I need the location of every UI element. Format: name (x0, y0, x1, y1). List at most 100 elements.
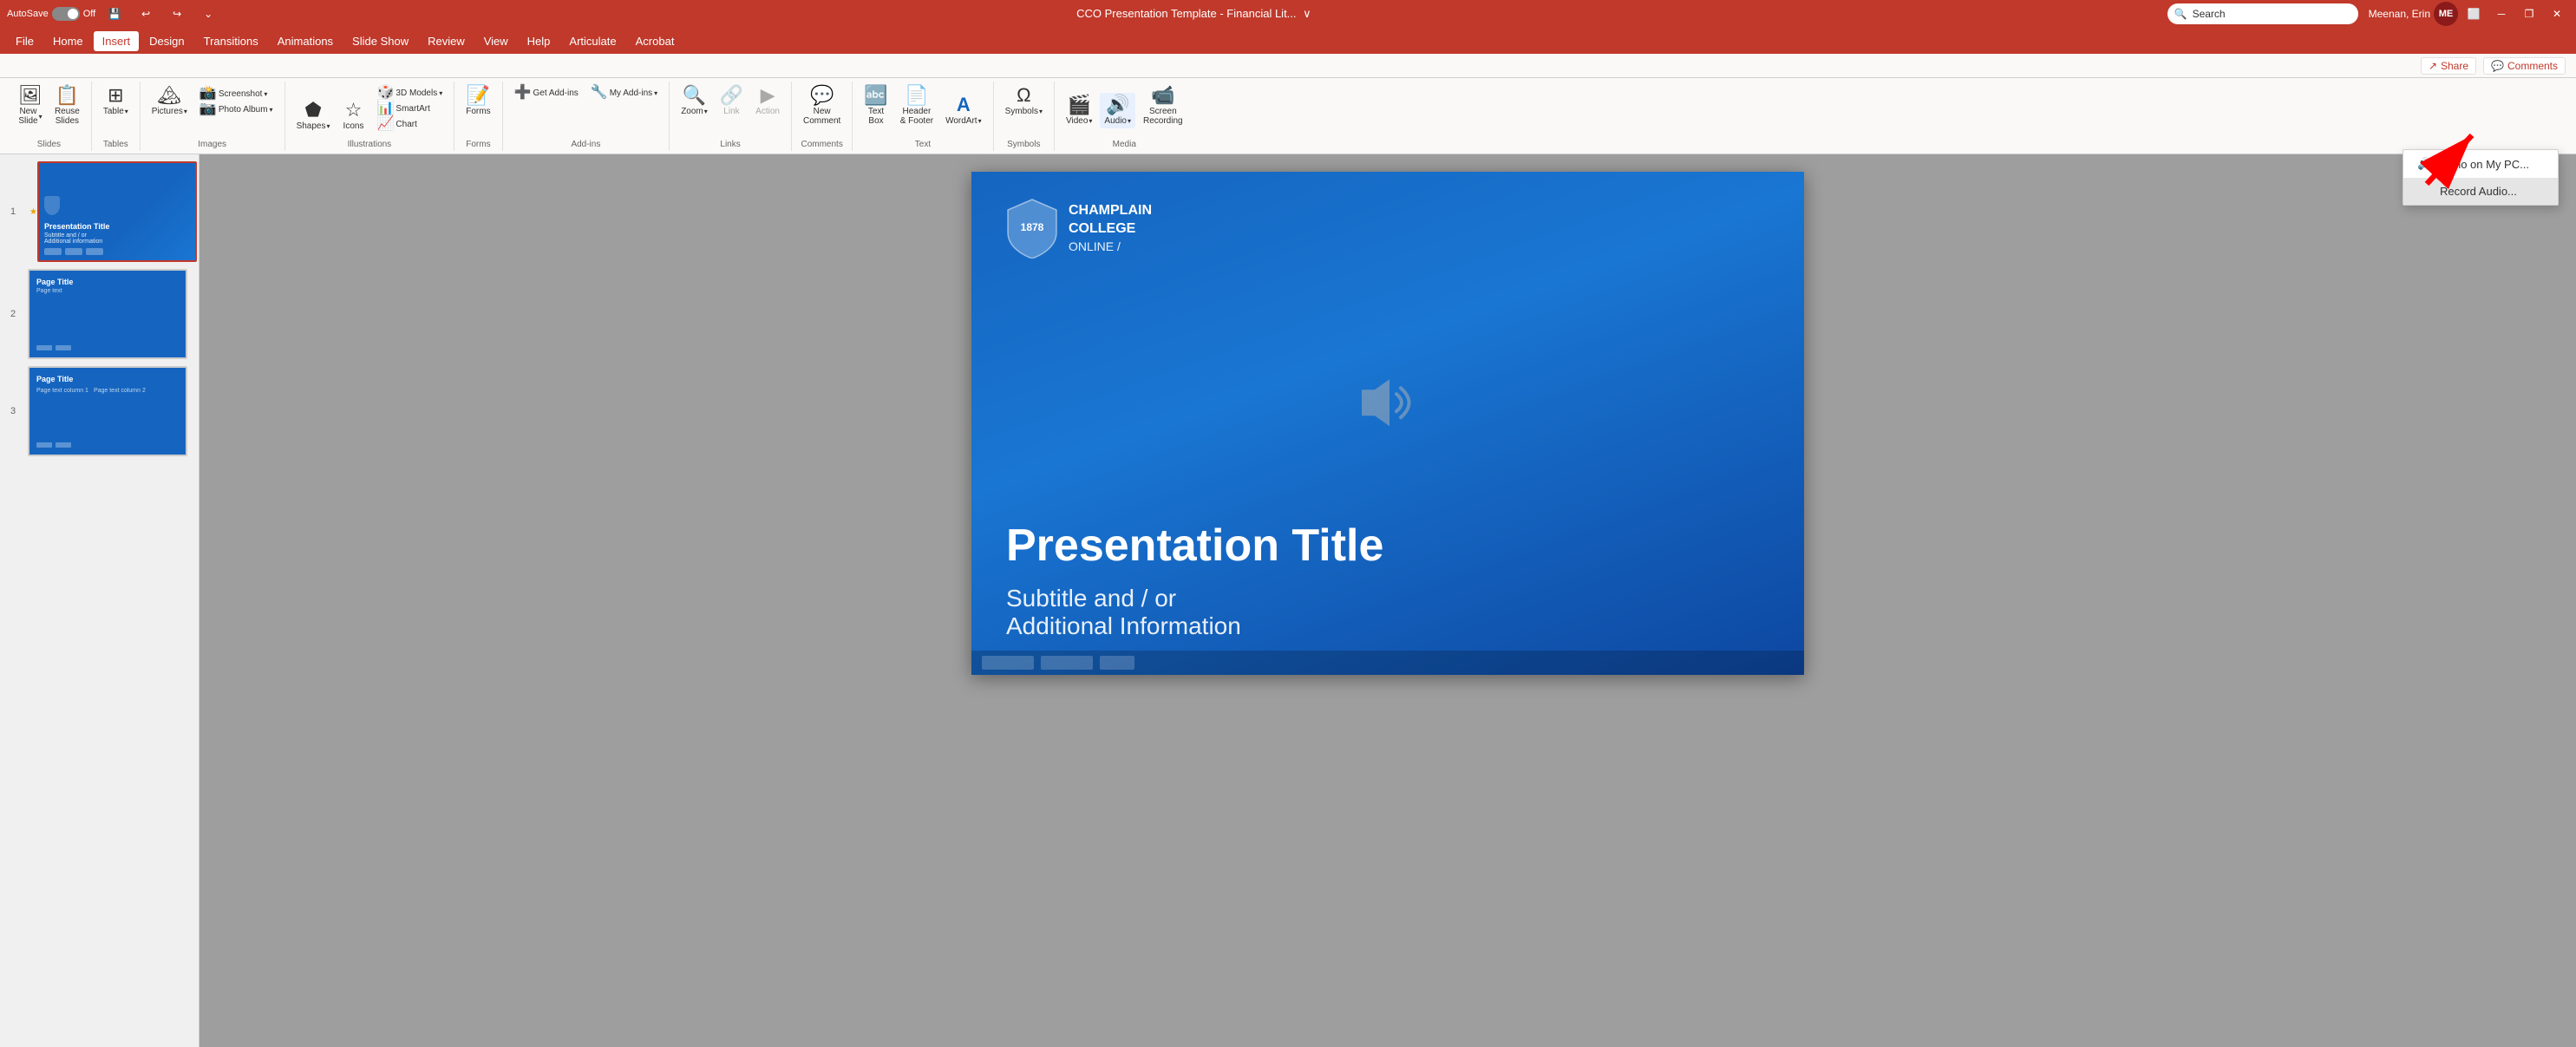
search-box[interactable]: 🔍 Search (2167, 3, 2358, 24)
slide-3-wrapper: 3 Page Title Page text column 1 Page tex… (7, 366, 192, 456)
slide-3-col2: Page text column 2 (94, 388, 146, 394)
my-addins-button[interactable]: 🔧 My Add-ins ▾ (586, 83, 662, 102)
menu-file[interactable]: File (7, 31, 42, 51)
pictures-button[interactable]: 🏔 Pictures ▾ (147, 83, 192, 119)
zoom-button[interactable]: 🔍 Zoom ▾ (677, 83, 712, 119)
menu-transitions[interactable]: Transitions (195, 31, 267, 51)
icons-button[interactable]: ☆ Icons (338, 98, 369, 134)
menu-slideshow[interactable]: Slide Show (343, 31, 417, 51)
customize-qat-button[interactable]: ⌄ (196, 2, 220, 26)
menu-insert[interactable]: Insert (94, 31, 140, 51)
menu-help[interactable]: Help (519, 31, 559, 51)
wordart-button[interactable]: A WordArt ▾ (941, 93, 986, 128)
table-button[interactable]: ⊞ Table ▾ (99, 83, 133, 119)
slide-canvas: 1878 CHAMPLAIN COLLEGE ONLINE / Presenta (971, 172, 1804, 675)
link-button[interactable]: 🔗 Link (716, 83, 748, 119)
text-box-button[interactable]: 🔤 TextBox (860, 83, 892, 128)
share-button[interactable]: ↗ Share (2421, 57, 2476, 75)
new-slide-button[interactable]: 🖼 NewSlide ▾ (14, 83, 47, 128)
menu-review[interactable]: Review (419, 31, 474, 51)
screenshot-dropdown-icon[interactable]: ▾ (264, 90, 267, 98)
menu-design[interactable]: Design (141, 31, 193, 51)
slide-1-content: Presentation Title Subtitle and / orAddi… (39, 163, 195, 260)
ribbon-group-forms: 📝 Forms Forms (454, 82, 502, 151)
close-button[interactable]: ✕ (2545, 2, 2569, 26)
header-footer-icon: 📄 (905, 86, 928, 105)
slide-panel: 1 ★ Presentation Title Subtitle and / or… (0, 154, 199, 1047)
zoom-dropdown-icon[interactable]: ▾ (704, 108, 708, 115)
symbols-button[interactable]: Ω Symbols ▾ (1001, 83, 1047, 119)
redo-button[interactable]: ↪ (165, 2, 189, 26)
video-button[interactable]: 🎬 Video ▾ (1062, 93, 1096, 128)
3d-models-dropdown-icon[interactable]: ▾ (439, 89, 442, 97)
links-group-label: Links (720, 140, 740, 149)
text-box-icon: 🔤 (864, 86, 887, 105)
slide-1-wrapper: 1 ★ Presentation Title Subtitle and / or… (7, 161, 192, 262)
slide-2-text: Page text (36, 288, 179, 294)
slide-2-thumbnail[interactable]: Page Title Page text (28, 269, 187, 359)
shapes-button[interactable]: ⬟ Shapes ▾ (292, 98, 335, 134)
pictures-icon: 🏔 (157, 86, 181, 105)
canvas-area[interactable]: 1878 CHAMPLAIN COLLEGE ONLINE / Presenta (199, 154, 2576, 1047)
forms-icon: 📝 (467, 86, 490, 105)
pictures-dropdown-icon[interactable]: ▾ (184, 108, 187, 115)
ribbon-group-slides: 🖼 NewSlide ▾ 📋 ReuseSlides Slides (7, 82, 92, 151)
reuse-slides-button[interactable]: 📋 ReuseSlides (50, 83, 84, 128)
symbols-dropdown-icon[interactable]: ▾ (1039, 108, 1043, 115)
title-bar-right: 🔍 Search Meenan, Erin ME ⬜ ─ ❐ ✕ (2167, 2, 2569, 26)
slide-bottom-bar (971, 651, 1804, 675)
slide-audio-speaker-icon (1353, 372, 1422, 445)
slide-1-thumbnail[interactable]: Presentation Title Subtitle and / orAddi… (37, 161, 197, 262)
avatar[interactable]: ME (2434, 2, 2458, 26)
undo-button[interactable]: ↩ (134, 2, 158, 26)
shapes-dropdown-icon[interactable]: ▾ (326, 122, 330, 130)
audio-on-pc-item[interactable]: 🔊 Audio on My PC... (2403, 150, 2558, 178)
my-addins-dropdown-icon[interactable]: ▾ (654, 89, 657, 97)
action-button[interactable]: ▶ Action (751, 83, 784, 119)
slide-1-number: 1 (10, 206, 16, 217)
table-icon: ⊞ (108, 86, 123, 105)
comments-button[interactable]: 💬 Comments (2483, 57, 2566, 75)
new-comment-button[interactable]: 💬 NewComment (799, 83, 845, 128)
slide-1-shield (44, 196, 60, 215)
new-slide-icon: 🖼 (18, 86, 42, 105)
menu-view[interactable]: View (475, 31, 517, 51)
video-dropdown-icon[interactable]: ▾ (1089, 117, 1092, 125)
menu-animations[interactable]: Animations (269, 31, 342, 51)
screen-recording-button[interactable]: 📹 ScreenRecording (1139, 83, 1187, 128)
restore-button[interactable]: ❐ (2517, 2, 2541, 26)
slide-3-logo (36, 442, 52, 448)
my-addins-icon: 🔧 (591, 86, 608, 100)
screen-recording-icon: 📹 (1151, 86, 1174, 105)
thumb-logo-3 (86, 248, 103, 255)
screenshot-button[interactable]: 📸 Screenshot ▾ 📷 Photo Album ▾ (195, 84, 278, 119)
search-icon: 🔍 (2174, 8, 2187, 20)
autosave-switch[interactable] (52, 7, 80, 21)
header-footer-button[interactable]: 📄 Header& Footer (896, 83, 938, 128)
table-dropdown-icon[interactable]: ▾ (125, 108, 128, 115)
slide-1-logos (44, 248, 190, 255)
menu-articulate[interactable]: Articulate (560, 31, 624, 51)
menu-acrobat[interactable]: Acrobat (627, 31, 683, 51)
3d-models-button[interactable]: 🎲 3D Models ▾ 📊 SmartArt 📈 Chart (373, 83, 448, 134)
record-audio-item[interactable]: Record Audio... (2403, 178, 2558, 205)
wordart-dropdown-icon[interactable]: ▾ (978, 117, 982, 125)
ribbon-group-illustrations: ⬟ Shapes ▾ ☆ Icons 🎲 3D Models ▾ (285, 82, 455, 151)
title-text: CCO Presentation Template - Financial Li… (1076, 7, 1296, 20)
new-slide-dropdown-icon[interactable]: ▾ (39, 113, 42, 121)
menu-home[interactable]: Home (44, 31, 92, 51)
slide-3-thumbnail[interactable]: Page Title Page text column 1 Page text … (28, 366, 187, 456)
get-addins-button[interactable]: ➕ Get Add-ins (510, 83, 583, 102)
title-dropdown-icon[interactable]: ∨ (1303, 7, 1311, 20)
slide-2-number: 2 (10, 309, 16, 319)
audio-dropdown-icon[interactable]: ▾ (1128, 117, 1131, 125)
forms-button[interactable]: 📝 Forms (461, 83, 494, 119)
minimize-button[interactable]: ─ (2489, 2, 2514, 26)
symbols-icon: Ω (1017, 86, 1030, 105)
menu-bar: File Home Insert Design Transitions Anim… (0, 28, 2576, 54)
save-button[interactable]: 💾 (102, 2, 127, 26)
photo-album-dropdown-icon[interactable]: ▾ (270, 106, 273, 114)
audio-button[interactable]: 🔊 Audio ▾ (1100, 93, 1135, 128)
zoom-icon: 🔍 (683, 86, 706, 105)
ribbon-display-button[interactable]: ⬜ (2462, 2, 2486, 26)
